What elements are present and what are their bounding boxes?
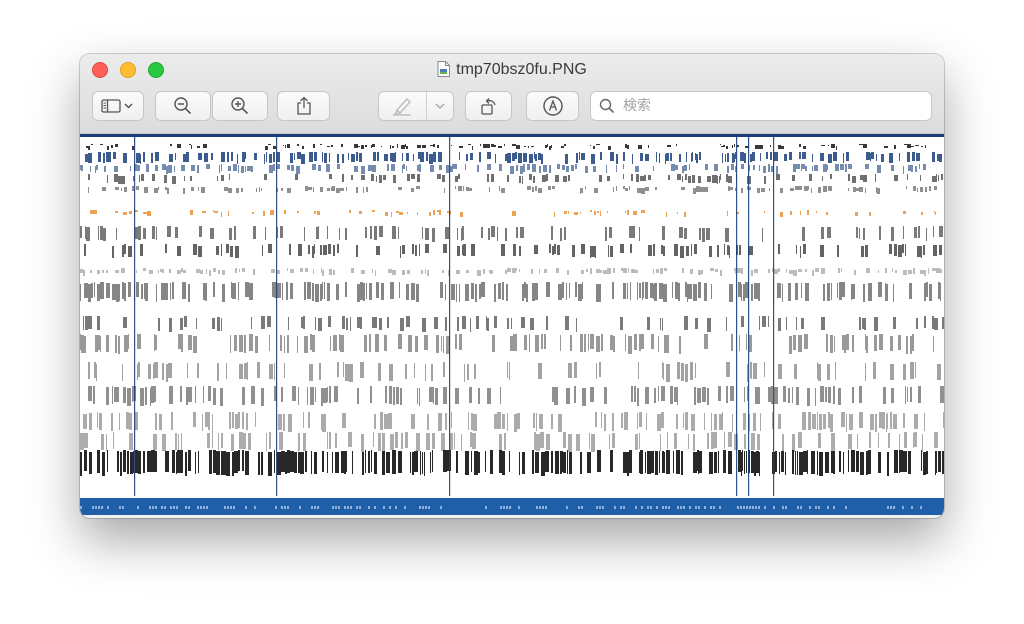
markup-button[interactable] bbox=[526, 91, 579, 121]
share-icon bbox=[296, 96, 311, 115]
zoom-in-icon bbox=[231, 97, 249, 115]
sidebar-icon bbox=[101, 99, 133, 113]
rotate-button[interactable] bbox=[465, 91, 512, 121]
search-icon bbox=[599, 98, 615, 114]
rotate-icon bbox=[480, 98, 496, 115]
image-canvas bbox=[80, 134, 944, 518]
zoom-in-button[interactable] bbox=[212, 91, 268, 121]
highlighter-pen-icon bbox=[393, 98, 412, 116]
highlight-options-button[interactable] bbox=[427, 92, 453, 120]
document-image bbox=[80, 134, 944, 518]
window-title-bar: tmp70bsz0fu.PNG bbox=[80, 60, 944, 80]
sidebar-toggle-button[interactable] bbox=[92, 91, 144, 121]
share-button[interactable] bbox=[277, 91, 330, 121]
chevron-down-icon bbox=[435, 103, 445, 110]
zoom-out-icon bbox=[174, 97, 192, 115]
titlebar: tmp70bsz0fu.PNG bbox=[80, 54, 944, 134]
search-field[interactable] bbox=[590, 91, 932, 121]
highlight-button-group bbox=[378, 91, 454, 121]
preview-window: tmp70bsz0fu.PNG bbox=[80, 54, 944, 518]
markup-pen-circle-icon bbox=[542, 96, 563, 116]
window-title: tmp70bsz0fu.PNG bbox=[456, 61, 587, 78]
png-file-icon bbox=[437, 61, 451, 77]
highlight-pen-button[interactable] bbox=[379, 92, 427, 120]
search-input[interactable] bbox=[621, 97, 925, 115]
zoom-out-button[interactable] bbox=[155, 91, 211, 121]
